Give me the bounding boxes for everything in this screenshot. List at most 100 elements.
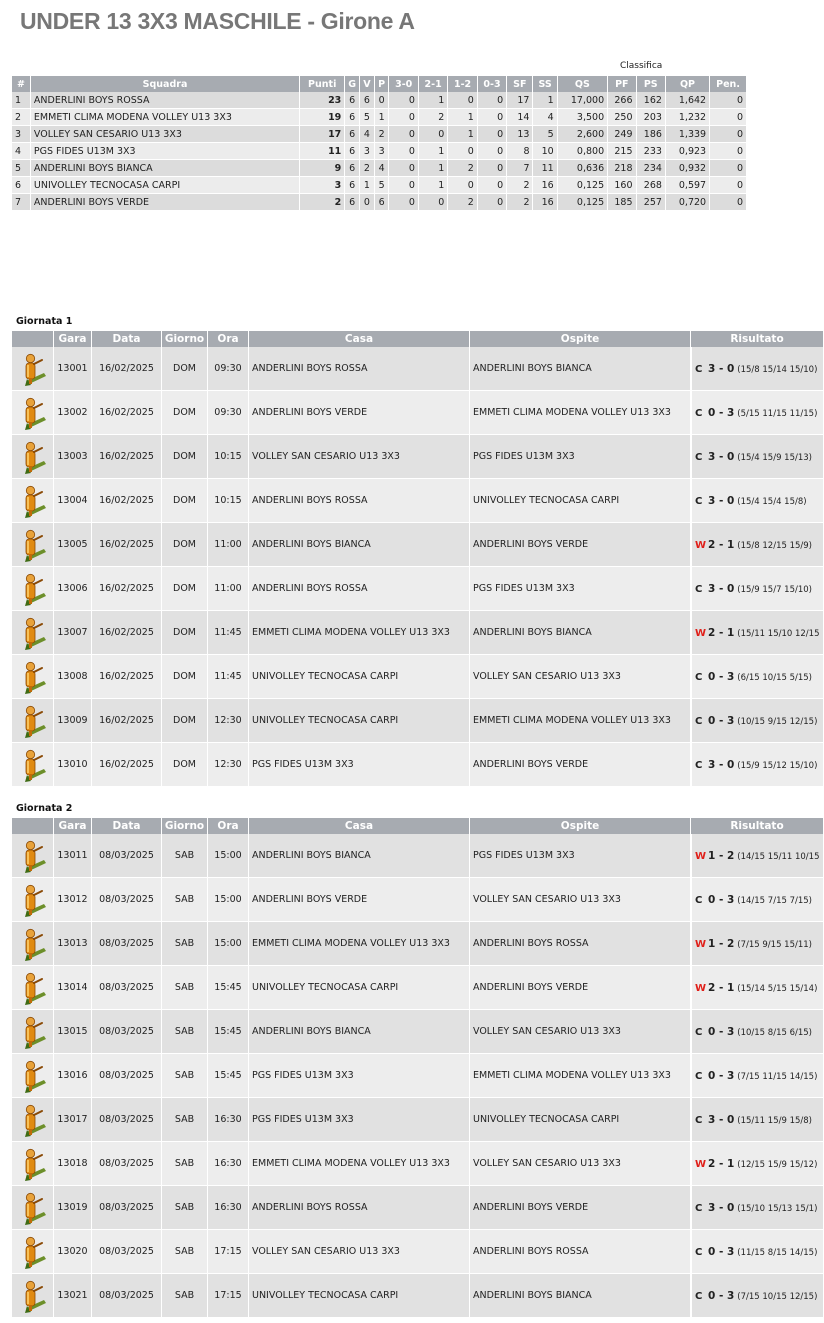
match-casa[interactable]: ANDERLINI BOYS ROSSA: [249, 567, 470, 611]
team-name-cell[interactable]: EMMETI CLIMA MODENA VOLLEY U13 3X3: [30, 109, 301, 126]
match-result[interactable]: C 3 - 0 (15/4 15/9 15/13): [691, 435, 824, 479]
referee-whistle-icon[interactable]: [12, 347, 54, 391]
match-result[interactable]: W2 - 1 (15/8 12/15 15/9): [691, 523, 824, 567]
match-casa[interactable]: EMMETI CLIMA MODENA VOLLEY U13 3X3: [249, 1142, 470, 1186]
match-ospite[interactable]: ANDERLINI BOYS ROSSA: [470, 922, 691, 966]
standings-header-10[interactable]: SF: [507, 76, 534, 92]
standings-header-0[interactable]: #: [12, 76, 31, 92]
standings-header-4[interactable]: V: [360, 76, 375, 92]
match-ospite[interactable]: ANDERLINI BOYS BIANCA: [470, 1274, 691, 1318]
match-casa[interactable]: VOLLEY SAN CESARIO U13 3X3: [249, 1230, 470, 1274]
match-row[interactable]: 13019 08/03/2025 SAB 16:30 ANDERLINI BOYS RO…: [12, 1186, 824, 1230]
standings-header-13[interactable]: PF: [608, 76, 637, 92]
match-casa[interactable]: UNIVOLLEY TECNOCASA CARPI: [249, 699, 470, 743]
standings-header-15[interactable]: QP: [665, 76, 711, 92]
referee-whistle-icon[interactable]: [12, 878, 54, 922]
match-row[interactable]: 13008 16/02/2025 DOM 11:45 UNIVOLLEY TECNOCA…: [12, 655, 824, 699]
standings-row[interactable]: 4 PGS FIDES U13M 3X3 11 6 3 3 0 1 0 0 8 10 0,800 215 2…: [12, 143, 747, 160]
match-result[interactable]: C 0 - 3 (6/15 10/15 5/15): [691, 655, 824, 699]
match-ospite[interactable]: ANDERLINI BOYS ROSSA: [470, 1230, 691, 1274]
match-casa[interactable]: EMMETI CLIMA MODENA VOLLEY U13 3X3: [249, 922, 470, 966]
match-row[interactable]: 13011 08/03/2025 SAB 15:00 ANDERLINI BOYS BI…: [12, 834, 824, 878]
match-row[interactable]: 13002 16/02/2025 DOM 09:30 ANDERLINI BOYS VE…: [12, 391, 824, 435]
standings-header-7[interactable]: 2-1: [418, 76, 449, 92]
standings-row[interactable]: 7 ANDERLINI BOYS VERDE 2 6 0 6 0 0 2 0 2 16 0,125 185…: [12, 194, 747, 211]
match-result[interactable]: C 3 - 0 (15/10 15/13 15/1): [691, 1186, 824, 1230]
match-row[interactable]: 13020 08/03/2025 SAB 17:15 VOLLEY SAN CESARI…: [12, 1230, 824, 1274]
team-name-cell[interactable]: UNIVOLLEY TECNOCASA CARPI: [30, 177, 301, 194]
referee-whistle-icon[interactable]: [12, 1054, 54, 1098]
match-ospite[interactable]: EMMETI CLIMA MODENA VOLLEY U13 3X3: [470, 699, 691, 743]
match-ospite[interactable]: UNIVOLLEY TECNOCASA CARPI: [470, 1098, 691, 1142]
match-row[interactable]: 13017 08/03/2025 SAB 16:30 PGS FIDES U13M 3X…: [12, 1098, 824, 1142]
referee-whistle-icon[interactable]: [12, 1274, 54, 1318]
match-casa[interactable]: ANDERLINI BOYS ROSSA: [249, 479, 470, 523]
match-result[interactable]: C 3 - 0 (15/9 15/7 15/10): [691, 567, 824, 611]
referee-whistle-icon[interactable]: [12, 1098, 54, 1142]
match-row[interactable]: 13018 08/03/2025 SAB 16:30 EMMETI CLIMA MODE…: [12, 1142, 824, 1186]
team-name-cell[interactable]: ANDERLINI BOYS BIANCA: [30, 160, 301, 177]
referee-whistle-icon[interactable]: [12, 834, 54, 878]
match-casa[interactable]: EMMETI CLIMA MODENA VOLLEY U13 3X3: [249, 611, 470, 655]
match-row[interactable]: 13010 16/02/2025 DOM 12:30 PGS FIDES U13M 3X…: [12, 743, 824, 787]
match-casa[interactable]: ANDERLINI BOYS BIANCA: [249, 1010, 470, 1054]
match-ospite[interactable]: PGS FIDES U13M 3X3: [470, 435, 691, 479]
standings-header-11[interactable]: SS: [533, 76, 558, 92]
match-ospite[interactable]: PGS FIDES U13M 3X3: [470, 567, 691, 611]
referee-whistle-icon[interactable]: [12, 391, 54, 435]
standings-header-9[interactable]: 0-3: [477, 76, 508, 92]
match-result[interactable]: W1 - 2 (7/15 9/15 15/11): [691, 922, 824, 966]
match-row[interactable]: 13012 08/03/2025 SAB 15:00 ANDERLINI BOYS VE…: [12, 878, 824, 922]
match-ospite[interactable]: VOLLEY SAN CESARIO U13 3X3: [470, 655, 691, 699]
team-name-cell[interactable]: VOLLEY SAN CESARIO U13 3X3: [30, 126, 301, 143]
match-result[interactable]: W1 - 2 (14/15 15/11 10/15: [691, 834, 824, 878]
match-result[interactable]: C 0 - 3 (7/15 11/15 14/15): [691, 1054, 824, 1098]
match-casa[interactable]: ANDERLINI BOYS BIANCA: [249, 523, 470, 567]
match-result[interactable]: W2 - 1 (12/15 15/9 15/12): [691, 1142, 824, 1186]
match-row[interactable]: 13016 08/03/2025 SAB 15:45 PGS FIDES U13M 3X…: [12, 1054, 824, 1098]
referee-whistle-icon[interactable]: [12, 435, 54, 479]
match-casa[interactable]: UNIVOLLEY TECNOCASA CARPI: [249, 655, 470, 699]
match-casa[interactable]: ANDERLINI BOYS ROSSA: [249, 1186, 470, 1230]
standings-header-16[interactable]: Pen.: [710, 76, 747, 92]
standings-header-12[interactable]: QS: [557, 76, 609, 92]
referee-whistle-icon[interactable]: [12, 922, 54, 966]
match-result[interactable]: C 3 - 0 (15/4 15/4 15/8): [691, 479, 824, 523]
match-casa[interactable]: PGS FIDES U13M 3X3: [249, 1054, 470, 1098]
match-result[interactable]: C 3 - 0 (15/8 15/14 15/10): [691, 347, 824, 391]
match-casa[interactable]: ANDERLINI BOYS BIANCA: [249, 834, 470, 878]
match-ospite[interactable]: EMMETI CLIMA MODENA VOLLEY U13 3X3: [470, 391, 691, 435]
referee-whistle-icon[interactable]: [12, 1186, 54, 1230]
referee-whistle-icon[interactable]: [12, 966, 54, 1010]
match-ospite[interactable]: UNIVOLLEY TECNOCASA CARPI: [470, 479, 691, 523]
match-result[interactable]: W2 - 1 (15/11 15/10 12/15: [691, 611, 824, 655]
match-result[interactable]: C 0 - 3 (14/15 7/15 7/15): [691, 878, 824, 922]
match-result[interactable]: C 3 - 0 (15/9 15/12 15/10): [691, 743, 824, 787]
match-row[interactable]: 13013 08/03/2025 SAB 15:00 EMMETI CLIMA MODE…: [12, 922, 824, 966]
match-result[interactable]: C 0 - 3 (5/15 11/15 11/15): [691, 391, 824, 435]
referee-whistle-icon[interactable]: [12, 523, 54, 567]
referee-whistle-icon[interactable]: [12, 479, 54, 523]
match-row[interactable]: 13007 16/02/2025 DOM 11:45 EMMETI CLIMA MODE…: [12, 611, 824, 655]
match-casa[interactable]: UNIVOLLEY TECNOCASA CARPI: [249, 1274, 470, 1318]
match-result[interactable]: C 0 - 3 (10/15 8/15 6/15): [691, 1010, 824, 1054]
match-result[interactable]: C 0 - 3 (7/15 10/15 12/15): [691, 1274, 824, 1318]
match-row[interactable]: 13014 08/03/2025 SAB 15:45 UNIVOLLEY TECNOCA…: [12, 966, 824, 1010]
match-ospite[interactable]: ANDERLINI BOYS BIANCA: [470, 611, 691, 655]
match-casa[interactable]: UNIVOLLEY TECNOCASA CARPI: [249, 966, 470, 1010]
standings-row[interactable]: 5 ANDERLINI BOYS BIANCA 9 6 2 4 0 1 2 0 7 11 0,636 21…: [12, 160, 747, 177]
match-row[interactable]: 13021 08/03/2025 SAB 17:15 UNIVOLLEY TECNOCA…: [12, 1274, 824, 1318]
standings-row[interactable]: 3 VOLLEY SAN CESARIO U13 3X3 17 6 4 2 0 0 1 0 13 5 2…: [12, 126, 747, 143]
standings-header-14[interactable]: PS: [636, 76, 666, 92]
standings-header-5[interactable]: P: [374, 76, 390, 92]
match-ospite[interactable]: VOLLEY SAN CESARIO U13 3X3: [470, 878, 691, 922]
referee-whistle-icon[interactable]: [12, 1142, 54, 1186]
match-ospite[interactable]: ANDERLINI BOYS VERDE: [470, 523, 691, 567]
referee-whistle-icon[interactable]: [12, 567, 54, 611]
match-result[interactable]: C 3 - 0 (15/11 15/9 15/8): [691, 1098, 824, 1142]
match-row[interactable]: 13003 16/02/2025 DOM 10:15 VOLLEY SAN CESARI…: [12, 435, 824, 479]
match-row[interactable]: 13009 16/02/2025 DOM 12:30 UNIVOLLEY TECNOCA…: [12, 699, 824, 743]
referee-whistle-icon[interactable]: [12, 1230, 54, 1274]
match-casa[interactable]: ANDERLINI BOYS VERDE: [249, 878, 470, 922]
match-result[interactable]: W2 - 1 (15/14 5/15 15/14): [691, 966, 824, 1010]
